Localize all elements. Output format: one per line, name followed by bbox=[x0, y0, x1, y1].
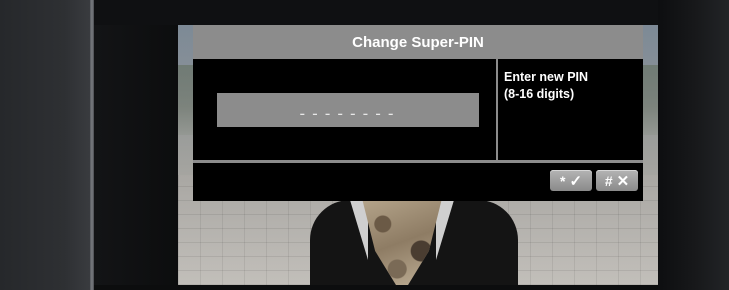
hash-key-label: # bbox=[604, 172, 613, 189]
instruction-line: Enter new PIN bbox=[504, 70, 589, 84]
instruction-line: (8-16 digits) bbox=[504, 87, 575, 101]
pin-entry-area: -------- bbox=[193, 59, 496, 160]
device-bezel-top bbox=[94, 0, 658, 25]
divider-vertical bbox=[496, 59, 498, 160]
device-frame-left bbox=[0, 0, 92, 290]
device-bezel bbox=[94, 0, 178, 290]
pin-input[interactable]: -------- bbox=[217, 93, 479, 127]
close-icon: ✕ bbox=[616, 172, 630, 190]
star-key-label: * bbox=[559, 172, 566, 189]
cancel-button[interactable]: # ✕ bbox=[596, 170, 638, 191]
device-bezel-bottom bbox=[94, 285, 658, 290]
pin-mask: -------- bbox=[297, 104, 399, 123]
confirm-button[interactable]: * ✓ bbox=[550, 170, 592, 191]
device-frame-right bbox=[658, 0, 729, 290]
dialog-header: Change Super-PIN bbox=[193, 25, 643, 59]
check-icon: ✓ bbox=[569, 172, 583, 190]
change-pin-dialog: Change Super-PIN -------- Enter new PIN … bbox=[193, 25, 643, 201]
dialog-title: Change Super-PIN bbox=[352, 33, 484, 51]
pin-instructions: Enter new PIN (8-16 digits) bbox=[504, 69, 639, 103]
